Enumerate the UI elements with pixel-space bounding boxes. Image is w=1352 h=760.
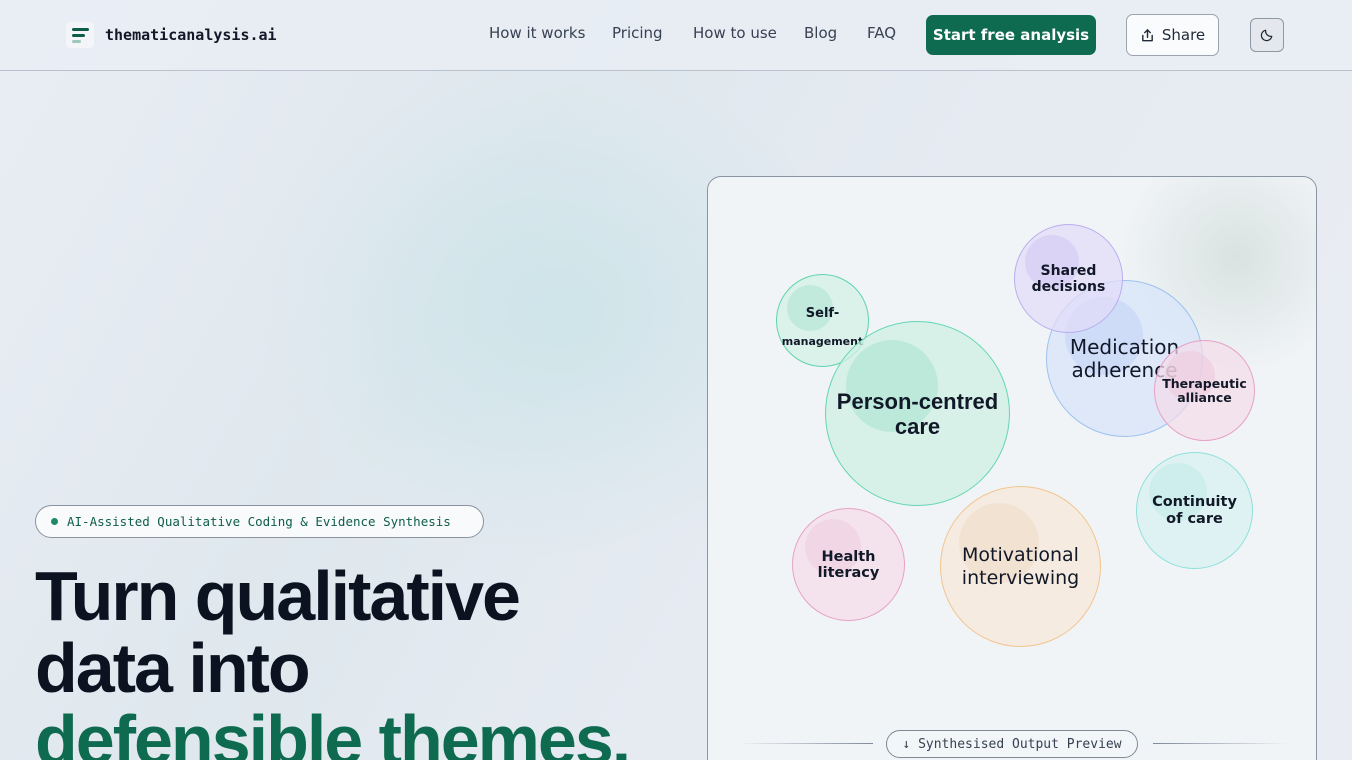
hero-title: Turn qualitative data into defensible th…: [35, 560, 675, 760]
hero-title-line1: Turn qualitative: [35, 557, 521, 635]
moon-icon: [1260, 29, 1273, 42]
start-analysis-button[interactable]: Start free analysis: [926, 15, 1096, 55]
theme-label: Continuity of care: [1152, 493, 1237, 527]
theme-label: Motivational interviewing: [961, 543, 1080, 589]
nav-how-it-works[interactable]: How it works: [489, 24, 585, 42]
nav-faq[interactable]: FAQ: [867, 24, 896, 42]
theme-label: Health literacy: [817, 548, 880, 581]
divider-left: [738, 743, 873, 744]
nav-how-to-use[interactable]: How to use: [693, 24, 777, 42]
status-dot-icon: [51, 518, 58, 525]
theme-label: Self-: [805, 305, 840, 321]
divider-right: [1153, 743, 1288, 744]
theme-sublabel: management: [781, 334, 864, 348]
theme-label: Person-centred care: [836, 388, 999, 439]
hero-title-accent: defensible themes.: [35, 701, 631, 760]
hero-badge-text: AI-Assisted Qualitative Coding & Evidenc…: [67, 514, 451, 529]
share-button[interactable]: Share: [1126, 14, 1219, 56]
nav-blog[interactable]: Blog: [804, 24, 837, 42]
theme-bubble-shared-decisions[interactable]: Shared decisions: [1014, 224, 1123, 333]
theme-bubble-continuity-of-care[interactable]: Continuity of care: [1136, 452, 1253, 569]
output-preview-card: Self- management Person-centred care Med…: [707, 176, 1317, 760]
output-preview-caption: ↓ Synthesised Output Preview: [886, 730, 1138, 758]
theme-bubble-health-literacy[interactable]: Health literacy: [792, 508, 905, 621]
theme-bubble-therapeutic-alliance[interactable]: Therapeutic alliance: [1154, 340, 1255, 441]
hero-title-line2: data into: [35, 629, 311, 707]
nav-pricing[interactable]: Pricing: [612, 24, 663, 42]
theme-bubble-person-centred-care[interactable]: Person-centred care: [825, 321, 1010, 506]
hero-badge: AI-Assisted Qualitative Coding & Evidenc…: [35, 505, 484, 538]
share-icon: [1141, 28, 1153, 41]
share-label: Share: [1161, 26, 1206, 44]
theme-label: Therapeutic alliance: [1162, 375, 1247, 405]
site-header: thematicanalysis.ai How it works Pricing…: [0, 0, 1352, 71]
theme-label: Shared decisions: [1031, 262, 1106, 295]
theme-bubble-motivational-interviewing[interactable]: Motivational interviewing: [940, 486, 1101, 647]
theme-toggle-button[interactable]: [1250, 18, 1284, 52]
